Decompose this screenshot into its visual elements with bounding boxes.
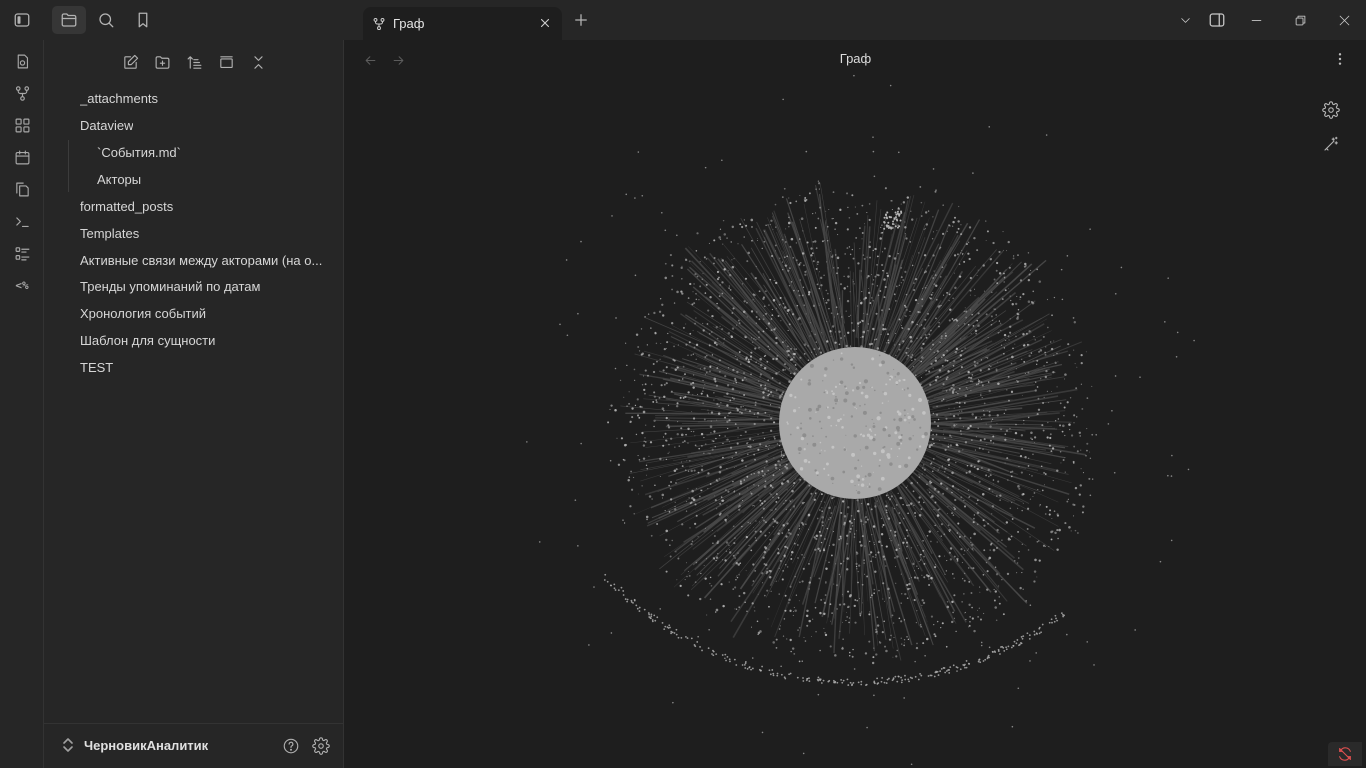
title-bar: Граф (0, 0, 1366, 40)
chevron-up-down-icon[interactable] (61, 737, 75, 753)
indent-guide (68, 140, 69, 192)
new-note-icon[interactable] (119, 51, 141, 73)
tree-item-label: formatted_posts (80, 198, 174, 214)
help-icon[interactable] (281, 736, 301, 756)
close-window-icon[interactable] (1331, 8, 1357, 32)
tree-file[interactable]: Акторы (97, 168, 141, 190)
more-options-icon[interactable] (1330, 49, 1350, 69)
sync-error-icon[interactable] (1328, 742, 1362, 766)
calendar-icon[interactable] (11, 146, 33, 168)
collapse-all-icon[interactable] (247, 51, 269, 73)
tab-title: Граф (393, 16, 425, 31)
templates-icon[interactable] (11, 178, 33, 200)
tab-graph[interactable]: Граф (363, 7, 562, 40)
tree-item-label: Templates (80, 225, 140, 241)
graph-view-icon[interactable] (11, 82, 33, 104)
magic-wand-icon[interactable] (1320, 133, 1342, 155)
tree-item-label: Активные связи между акторами (на о... (80, 252, 323, 268)
sort-icon[interactable] (183, 51, 205, 73)
tree-folder[interactable]: formatted_posts (80, 195, 173, 217)
graph-view[interactable]: Граф (345, 40, 1366, 768)
tab-list-chevron-icon[interactable] (1172, 8, 1198, 32)
right-sidebar-toggle-icon[interactable] (1204, 8, 1230, 32)
tree-item-label: Шаблон для сущности (80, 332, 216, 348)
files-icon[interactable] (52, 6, 86, 34)
tree-item-label: Хронология событий (80, 305, 207, 321)
tree-item-label: TEST (80, 359, 114, 375)
tree-file[interactable]: Хронология событий (80, 302, 206, 324)
tree-item-label: `События.md` (97, 144, 181, 160)
daily-note-icon[interactable] (11, 50, 33, 72)
minimize-icon[interactable] (1243, 8, 1269, 32)
tree-item-label: Dataview (80, 117, 134, 133)
git-fork-icon (373, 17, 385, 30)
tree-item-label: Акторы (97, 171, 142, 187)
file-explorer: _attachments Dataview `События.md` Актор… (44, 40, 344, 768)
tree-file[interactable]: Шаблон для сущности (80, 329, 215, 351)
tree-file[interactable]: Активные связи между акторами (на о... (80, 249, 325, 271)
close-tab-icon[interactable] (536, 14, 554, 32)
graph-settings-icon[interactable] (1320, 99, 1342, 121)
tree-folder[interactable]: _attachments (80, 87, 158, 109)
new-folder-icon[interactable] (151, 51, 173, 73)
tree-folder[interactable]: Dataview (80, 114, 133, 136)
graph-nodes (526, 74, 1195, 766)
tree-file[interactable]: Тренды упоминаний по датам (80, 275, 260, 297)
tree-item-label: Тренды упоминаний по датам (80, 278, 261, 294)
tree-folder[interactable]: Templates (80, 222, 139, 244)
tree-item-label: _attachments (80, 90, 159, 106)
list-icon[interactable] (11, 242, 33, 264)
tree-file[interactable]: TEST (80, 356, 113, 378)
vault-name[interactable]: ЧерновикАналитик (84, 738, 208, 753)
canvas-icon[interactable] (11, 114, 33, 136)
view-title: Граф (839, 51, 872, 66)
tree-file[interactable]: `События.md` (97, 141, 181, 163)
auto-reveal-icon[interactable] (215, 51, 237, 73)
graph-canvas[interactable] (345, 40, 1366, 768)
settings-icon[interactable] (311, 736, 331, 756)
bookmark-icon[interactable] (126, 6, 160, 34)
restore-icon[interactable] (1287, 8, 1313, 32)
sidebar-toggle-icon[interactable] (5, 6, 39, 34)
templater-icon[interactable]: <% (11, 274, 33, 296)
terminal-icon[interactable] (11, 210, 33, 232)
search-icon[interactable] (89, 6, 123, 34)
vault-switcher-bar: ЧерновикАналитик (44, 723, 344, 768)
new-tab-icon[interactable] (564, 6, 598, 34)
left-ribbon: <% (0, 40, 44, 768)
